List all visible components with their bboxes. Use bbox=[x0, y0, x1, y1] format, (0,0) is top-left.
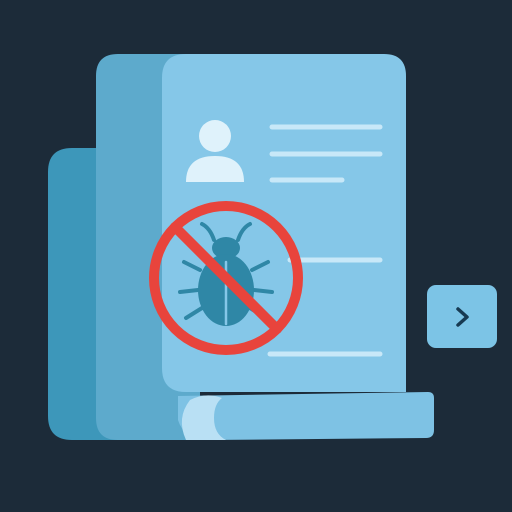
chevron-right-icon bbox=[456, 306, 469, 327]
next-button[interactable] bbox=[427, 285, 497, 348]
illustration-canvas bbox=[0, 0, 512, 512]
document-illustration bbox=[48, 54, 434, 440]
